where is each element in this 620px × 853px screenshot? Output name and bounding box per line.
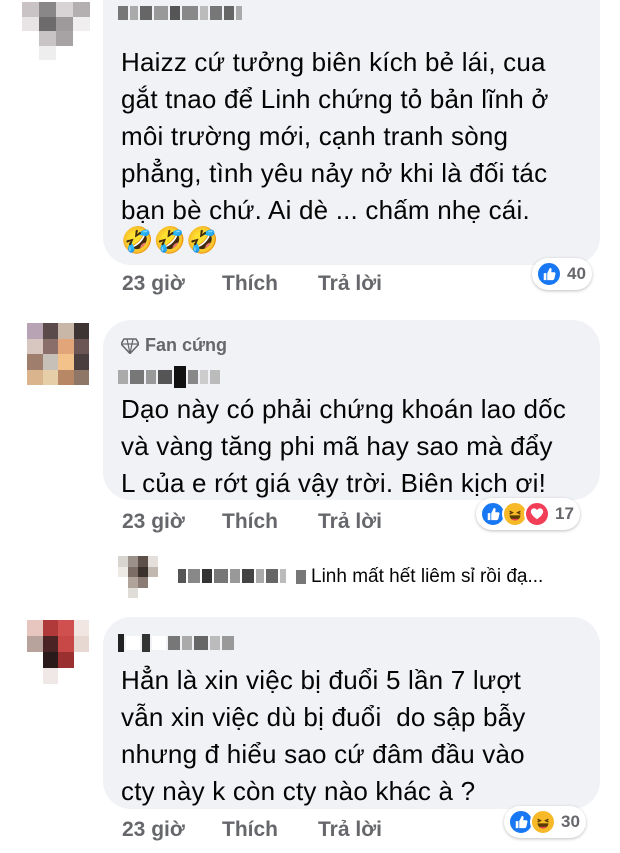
reply-avatar[interactable]: [118, 556, 158, 598]
reaction-summary[interactable]: 17: [476, 498, 580, 530]
comment-text: cty này k còn cty nào khác à ?: [121, 776, 476, 806]
comment-text: Dạo này có phải chứng khoán lao dốc: [121, 394, 567, 424]
comment-text: gắt tnao để Linh chứng tỏ bản lĩnh ở: [121, 84, 549, 114]
timestamp[interactable]: 23 giờ: [122, 818, 222, 842]
timestamp[interactable]: 23 giờ: [122, 510, 222, 534]
badge-label: Fan cứng: [145, 335, 228, 355]
blurred-author-name[interactable]: [118, 6, 242, 20]
reaction-summary[interactable]: 30: [504, 806, 586, 838]
reply-button[interactable]: Trả lời: [318, 510, 382, 534]
blurred-reply-author[interactable]: [178, 569, 286, 583]
comment-text: phẳng, tình yêu nảy nở khi là đối tác: [121, 158, 548, 188]
like-button[interactable]: Thích: [222, 818, 318, 842]
reaction-count: 40: [567, 264, 586, 283]
comment-text: môi trường mới, cạnh tranh sòng: [121, 121, 509, 151]
diamond-icon: [121, 337, 139, 354]
comment-text: nhưng đ hiểu sao cứ đâm đầu vào: [121, 739, 525, 769]
reaction-summary[interactable]: 40: [532, 258, 592, 290]
emoji-row: 🤣🤣🤣: [121, 225, 219, 255]
top-fan-badge[interactable]: Fan cứng: [121, 335, 227, 356]
avatar[interactable]: [27, 323, 89, 385]
comment-text: vẫn xin việc dù bị đuổi do sập bẫy: [121, 702, 526, 732]
comment-actions: 23 giờ Thích Trả lời: [122, 510, 382, 534]
blurred-author-name[interactable]: [118, 366, 220, 388]
haha-icon: [530, 809, 556, 835]
like-button[interactable]: Thích: [222, 272, 318, 296]
comment-text: và vàng tăng phi mã hay sao mà đẩy: [121, 431, 553, 461]
comment-actions: 23 giờ Thích Trả lời: [122, 272, 382, 296]
avatar[interactable]: [22, 2, 90, 60]
like-button[interactable]: Thích: [222, 510, 318, 534]
blurred-author-name[interactable]: [118, 634, 234, 652]
reaction-count: 17: [555, 504, 574, 523]
reply-button[interactable]: Trả lời: [318, 272, 382, 296]
comment-text: Haizz cứ tưởng biên kích bẻ lái, cua: [121, 47, 546, 77]
reply-preview-text[interactable]: Linh mất hết liêm sỉ rồi đạ...: [311, 566, 543, 588]
timestamp[interactable]: 23 giờ: [122, 272, 222, 296]
reply-separator-icon: [296, 570, 306, 584]
comment-text: Hẳn là xin việc bị đuổi 5 lần 7 lượt: [121, 665, 522, 695]
avatar[interactable]: [27, 620, 89, 684]
comment-actions: 23 giờ Thích Trả lời: [122, 818, 382, 842]
love-icon: [524, 501, 550, 527]
comment-text: L của e rớt giá vậy trời. Biên kịch ơi!: [121, 468, 547, 498]
like-icon: [536, 261, 562, 287]
reaction-count: 30: [561, 812, 580, 831]
reply-button[interactable]: Trả lời: [318, 818, 382, 842]
